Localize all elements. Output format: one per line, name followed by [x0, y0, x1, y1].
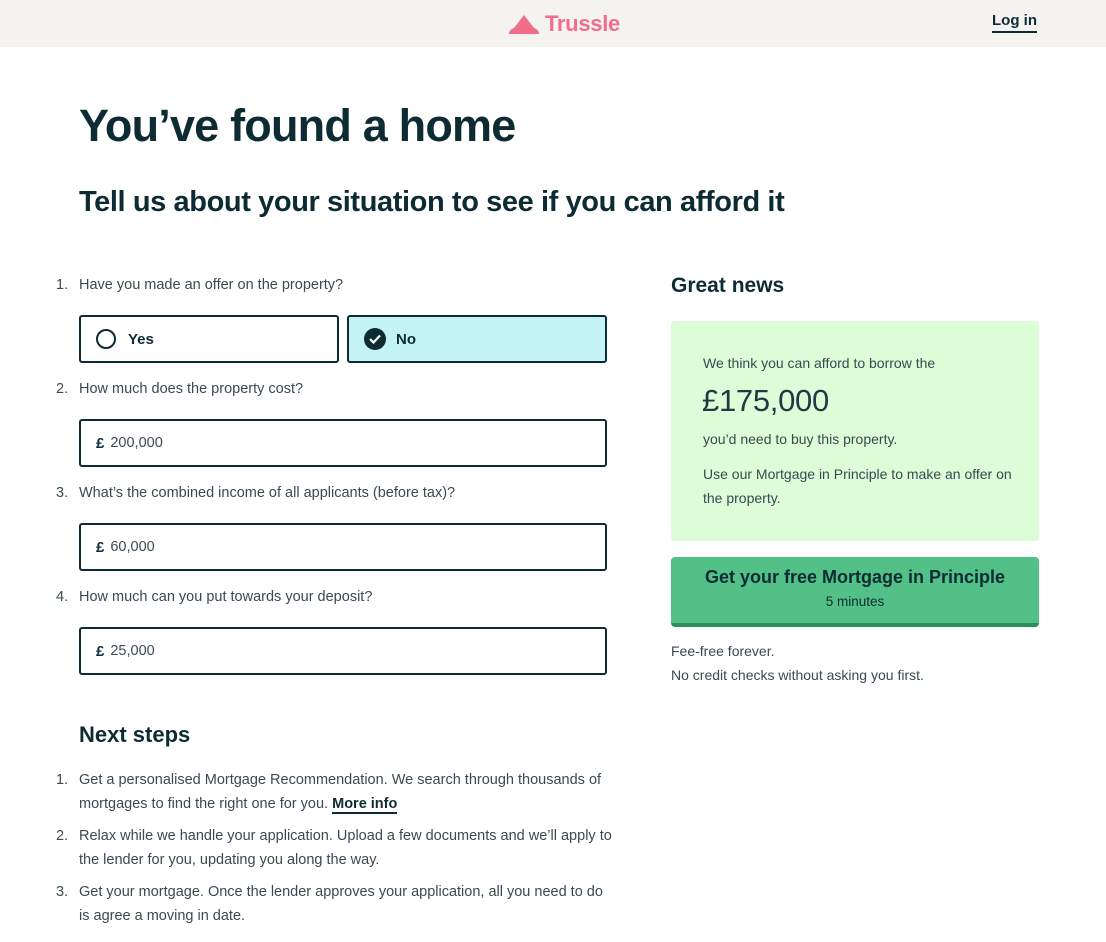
login-link[interactable]: Log in	[992, 12, 1037, 33]
page-title: You’ve found a home	[79, 100, 516, 151]
question-number: 3.	[56, 485, 69, 501]
income-field[interactable]: £	[79, 523, 607, 571]
house-roof-icon	[509, 15, 539, 34]
currency-symbol: £	[96, 434, 105, 452]
next-step-item: 3. Get your mortgage. Once the lender ap…	[56, 880, 616, 928]
property-cost-input[interactable]	[110, 435, 571, 451]
next-step-item: 1. Get a personalised Mortgage Recommend…	[56, 768, 616, 816]
question-deposit: 4. How much can you put towards your depo…	[56, 589, 616, 605]
question-number: 4.	[56, 589, 69, 605]
check-icon	[364, 328, 386, 350]
result-intro: We think you can afford to borrow the	[703, 355, 936, 371]
question-number: 2.	[56, 381, 69, 397]
page-subtitle: Tell us about your situation to see if y…	[79, 186, 785, 218]
more-info-link[interactable]: More info	[332, 796, 398, 814]
step-text: Get your mortgage. Once the lender appro…	[79, 884, 603, 924]
result-line-3: Use our Mortgage in Principle to make an…	[703, 466, 1012, 506]
step-number: 2.	[56, 828, 69, 844]
question-label: How much can you put towards your deposi…	[79, 589, 373, 605]
income-input[interactable]	[110, 539, 571, 555]
affordability-result-panel: We think you can afford to borrow the £1…	[671, 321, 1039, 541]
next-step-item: 2. Relax while we handle your applicatio…	[56, 824, 616, 872]
offer-yes-option[interactable]: Yes	[79, 315, 339, 363]
step-text: Get a personalised Mortgage Recommendati…	[79, 768, 616, 816]
step-number: 1.	[56, 772, 69, 788]
question-number: 1.	[56, 277, 69, 293]
get-mortgage-in-principle-button[interactable]: Get your free Mortgage in Principle 5 mi…	[671, 557, 1039, 627]
offer-no-option[interactable]: No	[347, 315, 607, 363]
top-bar: Trussle Log in	[0, 0, 1106, 47]
question-property-cost: 2. How much does the property cost?	[56, 381, 616, 397]
fee-free-note: Fee-free forever.	[671, 643, 775, 659]
brand-name: Trussle	[545, 11, 620, 36]
cta-sublabel: 5 minutes	[825, 594, 885, 609]
step-text: Relax while we handle your application. …	[79, 828, 612, 868]
question-offer: 1. Have you made an offer on the property…	[56, 277, 616, 293]
result-heading: Great news	[671, 274, 785, 297]
deposit-field[interactable]: £	[79, 627, 607, 675]
property-cost-field[interactable]: £	[79, 419, 607, 467]
step-number: 3.	[56, 884, 69, 900]
credit-check-note: No credit checks without asking you firs…	[671, 667, 924, 683]
result-line-2: you’d need to buy this property.	[703, 431, 898, 447]
question-label: Have you made an offer on the property?	[79, 277, 344, 293]
next-steps-heading: Next steps	[79, 722, 191, 747]
radio-unchecked-icon	[96, 329, 116, 349]
question-income: 3. What’s the combined income of all appl…	[56, 485, 616, 501]
trussle-logo[interactable]: Trussle	[507, 11, 620, 37]
currency-symbol: £	[96, 538, 105, 556]
question-label: How much does the property cost?	[79, 381, 304, 397]
option-label: No	[396, 330, 416, 348]
deposit-input[interactable]	[110, 643, 571, 659]
option-label: Yes	[128, 330, 154, 348]
borrow-amount: £175,000	[702, 383, 829, 418]
currency-symbol: £	[96, 642, 105, 660]
question-label: What’s the combined income of all applic…	[79, 485, 456, 501]
cta-label: Get your free Mortgage in Principle	[704, 567, 1006, 587]
